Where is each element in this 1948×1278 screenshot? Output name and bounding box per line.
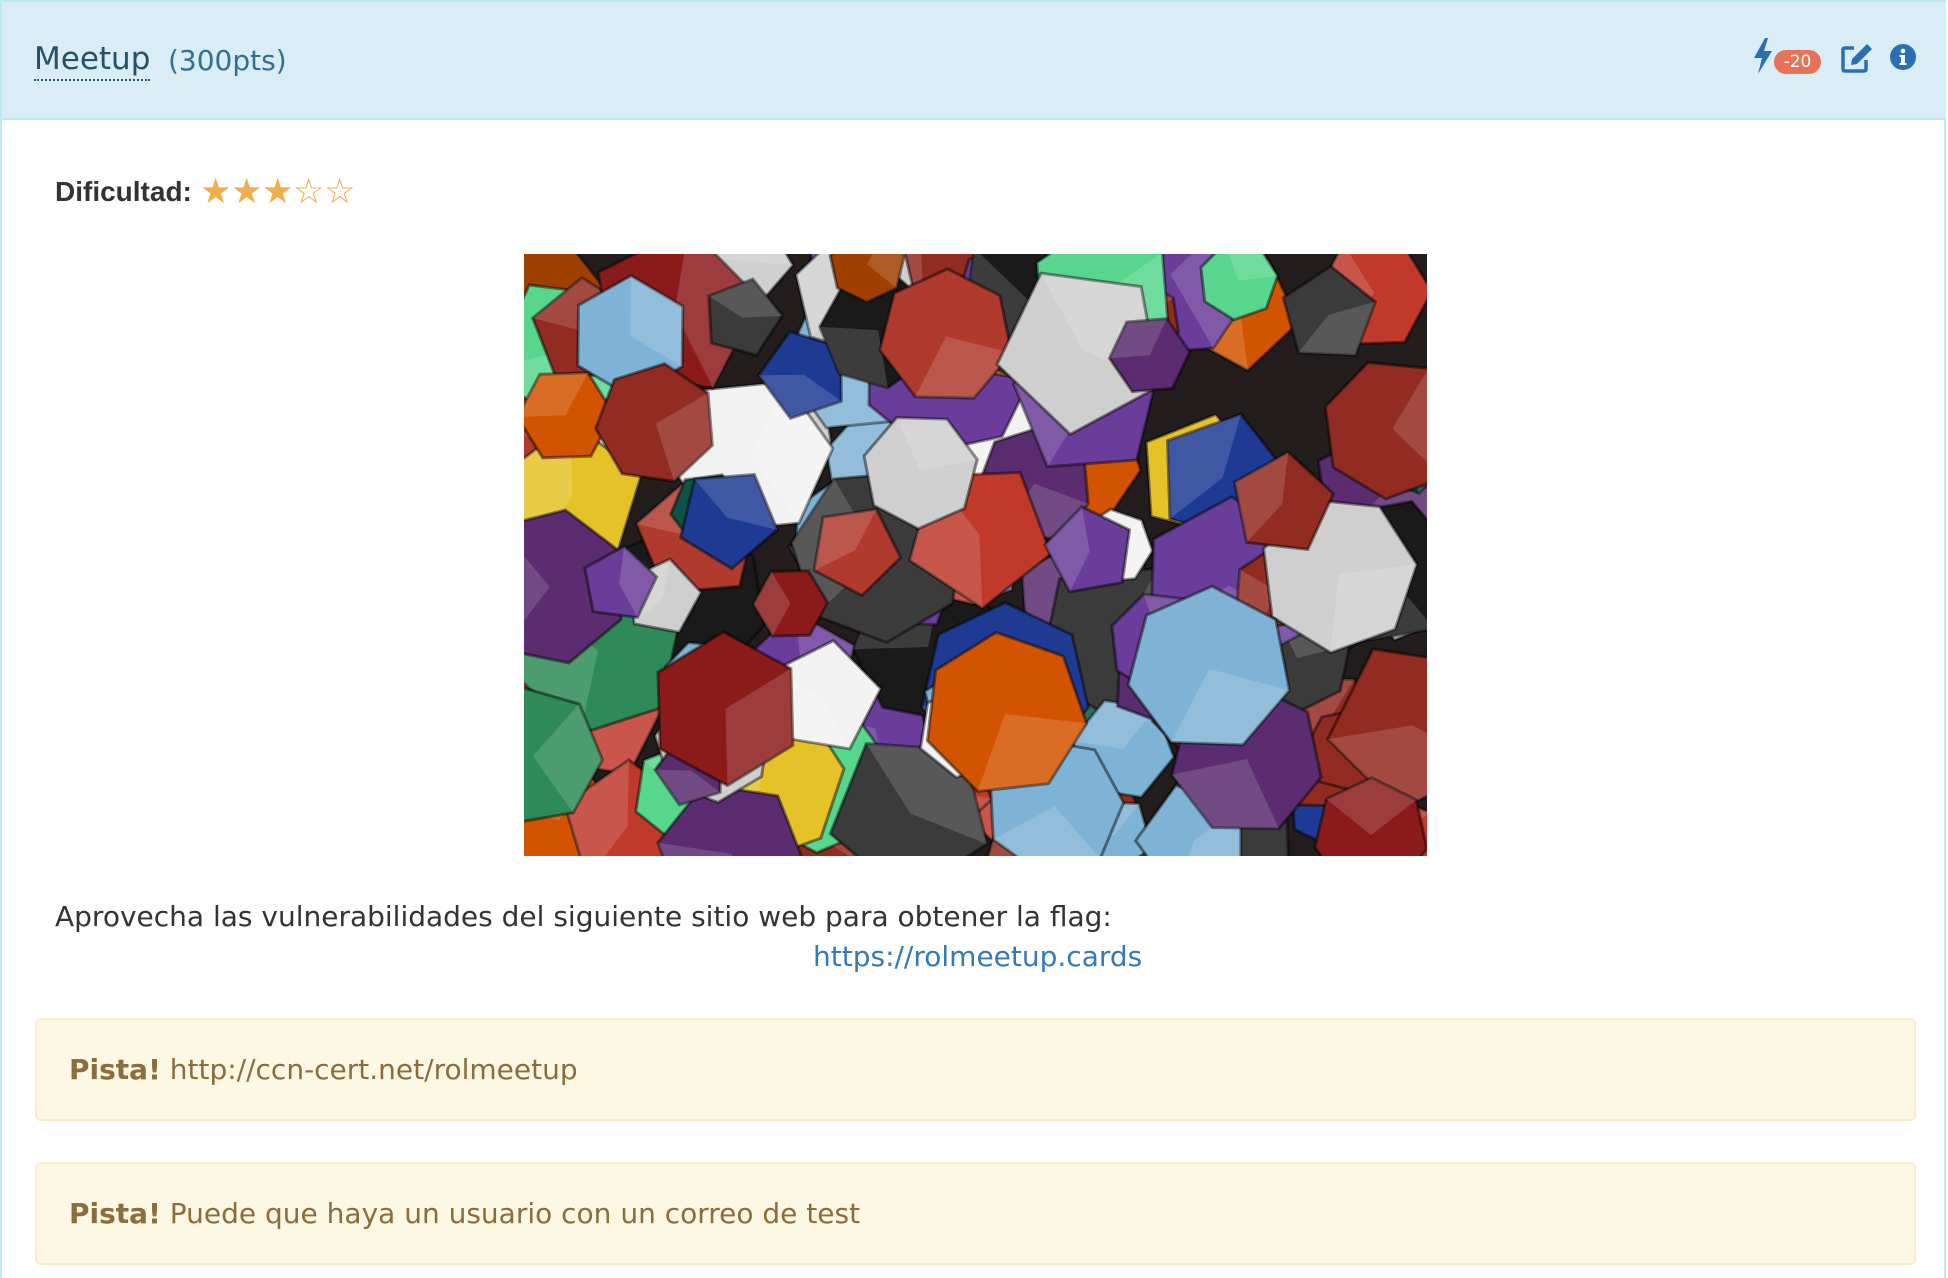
hint-alert: Pista! Puede que haya un usuario con un … bbox=[35, 1162, 1916, 1265]
info-circle-icon[interactable] bbox=[1889, 43, 1917, 75]
challenge-site-link[interactable]: https://rolmeetup.cards bbox=[813, 937, 1142, 977]
star-filled-icon: ★ bbox=[200, 172, 232, 212]
star-empty-icon: ☆ bbox=[293, 172, 325, 212]
challenge-points: (300pts) bbox=[168, 44, 287, 77]
star-filled-icon: ★ bbox=[262, 172, 294, 212]
hint-label: Pista! bbox=[69, 1053, 161, 1086]
challenge-panel: Meetup (300pts) -20 Dificultad: ★ ★ ★ ☆ ☆ bbox=[0, 0, 1946, 1278]
edit-square-icon[interactable] bbox=[1840, 42, 1874, 78]
star-filled-icon: ★ bbox=[231, 172, 263, 212]
hint-label: Pista! bbox=[69, 1197, 161, 1230]
panel-heading: Meetup (300pts) -20 bbox=[2, 2, 1946, 120]
penalty-badge: -20 bbox=[1774, 50, 1821, 74]
lightning-bolt-icon[interactable] bbox=[1752, 38, 1774, 78]
hint-alert: Pista! http://ccn-cert.net/rolmeetup bbox=[35, 1018, 1916, 1121]
hint-text: Puede que haya un usuario con un correo … bbox=[169, 1197, 861, 1230]
star-empty-icon: ☆ bbox=[324, 172, 356, 212]
challenge-description: Aprovecha las vulnerabilidades del sigui… bbox=[55, 900, 1112, 933]
hint-text: http://ccn-cert.net/rolmeetup bbox=[169, 1053, 578, 1086]
difficulty-label: Dificultad: bbox=[55, 176, 192, 207]
challenge-image bbox=[524, 254, 1427, 856]
challenge-title-link[interactable]: Meetup bbox=[34, 39, 151, 81]
